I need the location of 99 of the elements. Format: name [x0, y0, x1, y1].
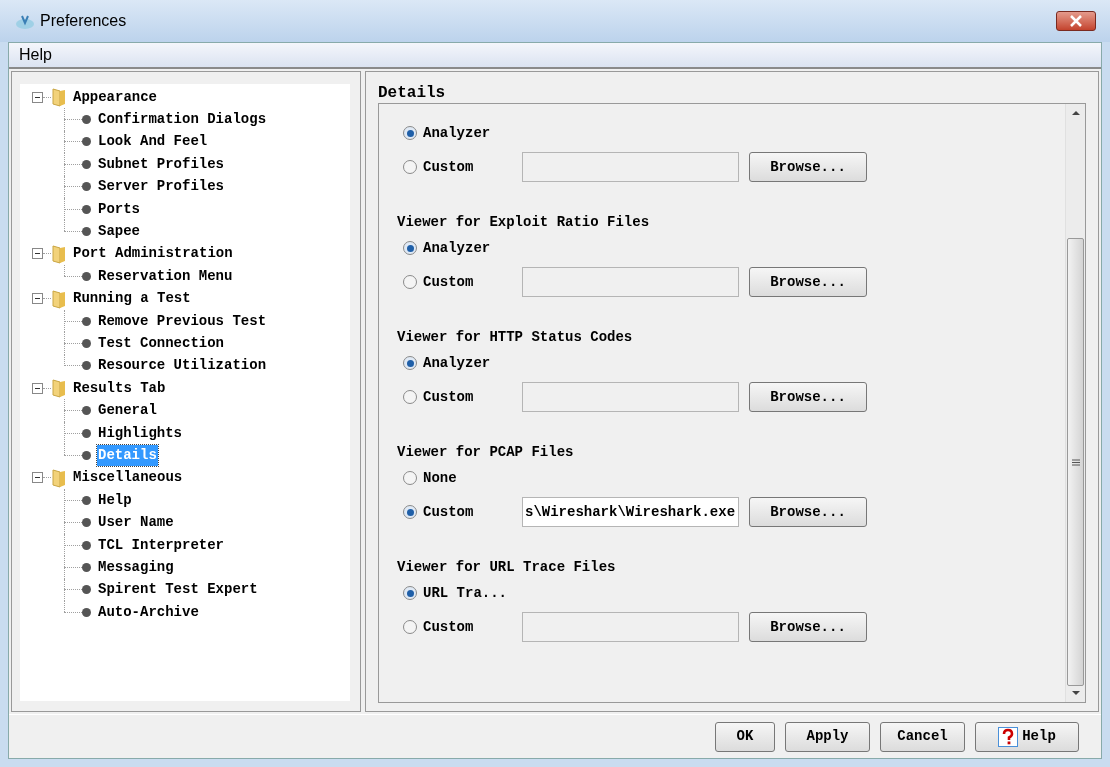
collapse-toggle[interactable]: [32, 382, 43, 394]
scrollbar[interactable]: [1065, 104, 1085, 702]
bullet-icon: [82, 204, 91, 214]
radio-button[interactable]: [403, 241, 417, 255]
collapse-toggle[interactable]: [32, 248, 43, 260]
folder-icon: [51, 378, 67, 399]
panel-title: Details: [378, 84, 447, 102]
bullet-icon: [82, 271, 91, 281]
bullet-icon: [82, 316, 91, 326]
radio-button[interactable]: [403, 586, 417, 600]
tree-item[interactable]: Remove Previous Test: [97, 310, 268, 332]
bullet-icon: [82, 137, 91, 147]
tree-item[interactable]: Spirent Test Expert: [97, 579, 259, 601]
tree-item[interactable]: Messaging: [97, 556, 175, 578]
help-button[interactable]: Help: [975, 721, 1079, 752]
section-title: Viewer for HTTP Status Codes: [397, 328, 634, 347]
tree-item[interactable]: Server Profiles: [97, 176, 226, 198]
bullet-icon: [82, 159, 91, 169]
browse-button[interactable]: Browse...: [749, 267, 867, 297]
bullet-icon: [82, 115, 91, 125]
menu-item[interactable]: Help: [11, 43, 60, 67]
radio-button[interactable]: [403, 505, 417, 519]
folder-icon: [51, 87, 67, 108]
bullet-icon: [82, 450, 91, 460]
tree-item[interactable]: Reservation Menu: [97, 265, 234, 287]
radio-button[interactable]: [403, 160, 417, 174]
bullet-icon: [82, 406, 91, 416]
tree-item[interactable]: Sapee: [97, 221, 141, 243]
tree-item[interactable]: General: [97, 400, 158, 422]
radio-label: Custom: [423, 502, 475, 522]
radio-label: URL Tra...: [423, 583, 507, 603]
radio-label: Custom: [423, 272, 475, 292]
path-field[interactable]: [522, 612, 739, 642]
radio-label: Analyzer: [423, 238, 491, 258]
tree-item[interactable]: Miscellaneous: [73, 467, 183, 489]
tree-item[interactable]: Appearance: [73, 86, 157, 108]
path-field[interactable]: [522, 382, 739, 412]
bullet-icon: [82, 585, 91, 595]
bullet-icon: [82, 339, 91, 348]
tree-item[interactable]: Help: [97, 489, 133, 511]
tree-item[interactable]: Look And Feel: [97, 131, 209, 153]
radio-label: Custom: [423, 157, 475, 177]
tree-item[interactable]: Auto-Archive: [97, 601, 200, 623]
tree-item[interactable]: Running a Test: [73, 288, 191, 310]
bullet-icon: [82, 428, 91, 438]
tree-item[interactable]: Port Administration: [73, 243, 233, 265]
tree-item[interactable]: Confirmation Dialogs: [97, 109, 268, 131]
section-title: Viewer for URL Trace Files: [397, 558, 617, 577]
folder-icon: [51, 243, 67, 264]
bullet-icon: [82, 182, 91, 192]
dialog-button[interactable]: OK: [715, 721, 775, 752]
question-mark-icon: [998, 726, 1019, 747]
tree-item[interactable]: Test Connection: [97, 333, 226, 354]
scrollbar-thumb[interactable]: [1067, 238, 1084, 686]
browse-button[interactable]: Browse...: [749, 497, 867, 527]
radio-button[interactable]: [403, 275, 417, 289]
path-field[interactable]: s\Wireshark\Wireshark.exe: [522, 497, 739, 527]
dialog-button[interactable]: Apply: [785, 721, 870, 752]
section-title: Viewer for PCAP Files: [397, 443, 575, 462]
radio-button[interactable]: [403, 356, 417, 370]
section-title: Viewer for Exploit Ratio Files: [397, 213, 651, 232]
grip-icon: [1071, 458, 1080, 466]
radio-label: Analyzer: [423, 123, 491, 143]
radio-button[interactable]: [403, 390, 417, 404]
close-icon: [1069, 15, 1083, 27]
tree-item[interactable]: User Name: [97, 512, 175, 534]
tree-item[interactable]: Subnet Profiles: [97, 153, 226, 175]
bullet-icon: [82, 607, 91, 617]
tree-item[interactable]: TCL Interpreter: [97, 534, 226, 556]
dialog-button[interactable]: Cancel: [880, 721, 965, 752]
tree-item[interactable]: Results Tab: [73, 377, 166, 399]
radio-label: Custom: [423, 617, 475, 637]
bullet-icon: [82, 227, 91, 237]
bullet-icon: [82, 495, 91, 505]
tree-item[interactable]: Resource Utilization: [97, 355, 268, 377]
collapse-toggle[interactable]: [32, 91, 43, 103]
window-title: Preferences: [40, 11, 127, 31]
browse-button[interactable]: Browse...: [749, 382, 867, 412]
radio-button[interactable]: [403, 471, 417, 485]
close-button[interactable]: [1056, 11, 1096, 31]
tree-item[interactable]: Ports: [97, 198, 141, 220]
browse-button[interactable]: Browse...: [749, 612, 867, 642]
radio-label: Custom: [423, 387, 475, 407]
radio-button[interactable]: [403, 126, 417, 140]
bullet-icon: [82, 361, 91, 371]
folder-icon: [51, 288, 67, 309]
browse-button[interactable]: Browse...: [749, 152, 867, 182]
bullet-icon: [82, 540, 91, 550]
bullet-icon: [82, 518, 91, 528]
tree-item[interactable]: Highlights: [97, 422, 183, 444]
radio-label: Analyzer: [423, 353, 491, 373]
bullet-icon: [82, 562, 91, 572]
radio-button[interactable]: [403, 620, 417, 634]
collapse-toggle[interactable]: [32, 293, 43, 305]
collapse-toggle[interactable]: [32, 472, 43, 484]
radio-label: None: [423, 468, 457, 488]
path-field[interactable]: [522, 267, 739, 297]
folder-icon: [51, 467, 67, 488]
path-field[interactable]: [522, 152, 739, 182]
